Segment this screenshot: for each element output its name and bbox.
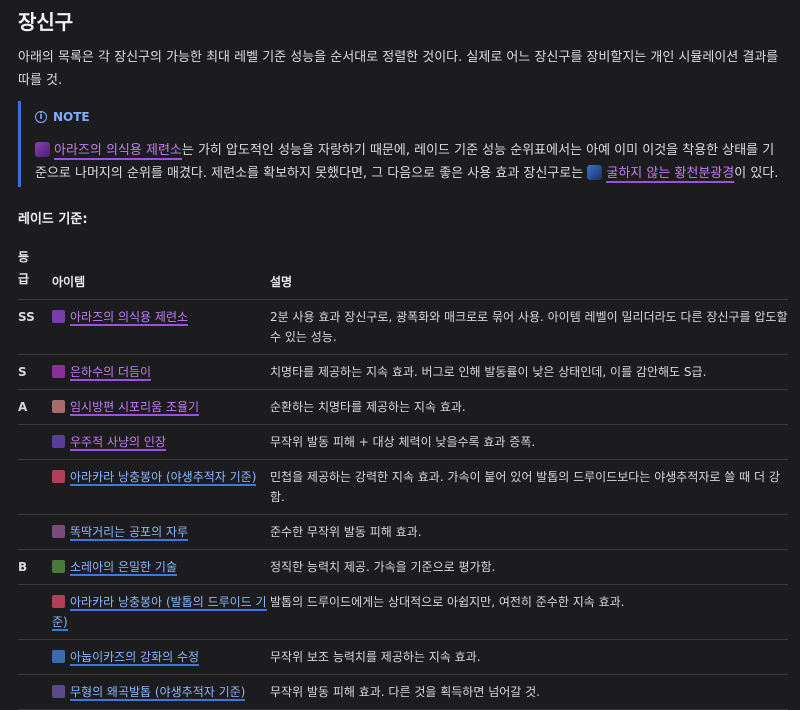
table-row: 아눕이카즈의 강화의 수정 무작위 보조 능력치를 제공하는 지속 효과.	[18, 639, 788, 675]
item-cell: 똑딱거리는 공포의 자루	[52, 514, 270, 550]
note-link-forge[interactable]: 아라즈의 의식용 제련소	[54, 143, 182, 160]
table-row: A 임시방편 시포리움 조율기 순환하는 치명타를 제공하는 지속 효과.	[18, 389, 788, 425]
desc-cell: 무작위 발동 피해 + 대상 체력이 낮을수록 효과 증폭.	[270, 424, 788, 460]
item-link[interactable]: 똑딱거리는 공포의 자루	[70, 525, 189, 541]
trinket-icon	[52, 470, 65, 483]
table-row: 우주적 사냥의 인장 무작위 발동 피해 + 대상 체력이 낮을수록 효과 증폭.	[18, 424, 788, 460]
item-cell: 아라카라 낭충봉아 (발톱의 드루이드 기준)	[52, 584, 270, 640]
trinket-icon	[52, 525, 65, 538]
table-row: S 은하수의 더듬이 치명타를 제공하는 지속 효과. 버그로 인해 발동률이 낮은…	[18, 354, 788, 390]
header-desc: 설명	[270, 246, 788, 300]
tier-cell: SS	[18, 299, 52, 355]
item-link[interactable]: 아라카라 낭충봉아 (발톱의 드루이드 기준)	[52, 595, 267, 631]
item-link[interactable]: 우주적 사냥의 인장	[70, 435, 166, 451]
info-icon: i	[35, 111, 47, 123]
desc-cell: 치명타를 제공하는 지속 효과. 버그로 인해 발동률이 낮은 상태인데, 이를…	[270, 354, 788, 390]
forge-item-icon	[35, 142, 50, 157]
trinket-icon	[52, 560, 65, 573]
tier-cell	[18, 639, 52, 675]
trinket-icon	[52, 650, 65, 663]
table-row: B 소레아의 은밀한 기술 정직한 능력치 제공. 가속을 기준으로 평가함.	[18, 549, 788, 585]
trinket-tier-table: 등 급 아이템 설명 SS 아라즈의 의식용 제련소 2분 사용 효과 장신구로, …	[18, 246, 788, 710]
note-header: i NOTE	[35, 110, 90, 124]
desc-cell: 순환하는 치명타를 제공하는 지속 효과.	[270, 389, 788, 425]
item-cell: 아라즈의 의식용 제련소	[52, 299, 270, 355]
item-cell: 우주적 사냥의 인장	[52, 424, 270, 460]
desc-cell: 2분 사용 효과 장신구로, 광폭화와 매크로로 묶어 사용. 아이템 레벨이 …	[270, 299, 788, 355]
tier-cell	[18, 459, 52, 515]
page-title: 장신구	[18, 10, 74, 34]
trinket-icon	[52, 365, 65, 378]
table-row: 아라카라 낭충봉아 (발톱의 드루이드 기준) 발톱의 드루이드에게는 상대적으로…	[18, 584, 788, 640]
item-link[interactable]: 아라카라 낭충봉아 (야생추적자 기준)	[70, 470, 257, 486]
trinket-icon	[52, 595, 65, 608]
desc-cell: 발톱의 드루이드에게는 상대적으로 아쉽지만, 여전히 준수한 지속 효과.	[270, 584, 788, 640]
item-cell: 아라카라 낭충봉아 (야생추적자 기준)	[52, 459, 270, 515]
spyglass-item-icon	[587, 165, 603, 180]
item-link[interactable]: 아라즈의 의식용 제련소	[70, 310, 189, 326]
item-cell: 임시방편 시포리움 조율기	[52, 389, 270, 425]
item-link[interactable]: 소레아의 은밀한 기술	[70, 560, 177, 576]
desc-cell: 정직한 능력치 제공. 가속을 기준으로 평가함.	[270, 549, 788, 585]
tier-cell	[18, 674, 52, 710]
page: 장신구 아래의 목록은 각 장신구의 가능한 최대 레벨 기준 성능을 순서대로…	[0, 0, 800, 710]
note-body: 아라즈의 의식용 제련소는 가히 압도적인 성능을 자랑하기 때문에, 레이드 …	[35, 139, 781, 185]
item-link[interactable]: 은하수의 더듬이	[70, 365, 152, 381]
table-header-row: 등 급 아이템 설명	[18, 246, 788, 300]
note-text-2: 이 있다.	[734, 166, 779, 181]
tier-cell: B	[18, 549, 52, 585]
item-link[interactable]: 무형의 왜곡발톱 (야생추적자 기준)	[70, 685, 246, 701]
item-cell: 무형의 왜곡발톱 (야생추적자 기준)	[52, 674, 270, 710]
desc-cell: 민첩을 제공하는 강력한 지속 효과. 가속이 붙어 있어 발톱의 드루이드보다…	[270, 459, 788, 515]
note-label: NOTE	[53, 110, 90, 124]
tier-cell	[18, 424, 52, 460]
tier-cell: A	[18, 389, 52, 425]
intro-paragraph: 아래의 목록은 각 장신구의 가능한 최대 레벨 기준 성능을 순서대로 정렬한…	[18, 50, 779, 88]
item-link[interactable]: 아눕이카즈의 강화의 수정	[70, 650, 200, 666]
note-link-spyglass[interactable]: 굴하지 않는 황천분광경	[606, 166, 735, 183]
desc-cell: 준수한 무작위 발동 피해 효과.	[270, 514, 788, 550]
table-row: SS 아라즈의 의식용 제련소 2분 사용 효과 장신구로, 광폭화와 매크로로 묶…	[18, 299, 788, 355]
trinket-icon	[52, 685, 65, 698]
header-tier: 등 급	[18, 246, 52, 300]
table-row: 아라카라 낭충봉아 (야생추적자 기준) 민첩을 제공하는 강력한 지속 효과. …	[18, 459, 788, 515]
item-cell: 은하수의 더듬이	[52, 354, 270, 390]
table-row: 똑딱거리는 공포의 자루 준수한 무작위 발동 피해 효과.	[18, 514, 788, 550]
tier-cell: S	[18, 354, 52, 390]
trinket-icon	[52, 400, 65, 413]
tier-cell	[18, 514, 52, 550]
item-link[interactable]: 임시방편 시포리움 조율기	[70, 400, 200, 416]
header-item: 아이템	[52, 246, 270, 300]
desc-cell: 무작위 보조 능력치를 제공하는 지속 효과.	[270, 639, 788, 675]
tier-cell	[18, 584, 52, 640]
trinket-icon	[52, 310, 65, 323]
section-title: 레이드 기준:	[18, 212, 88, 227]
desc-cell: 무작위 발동 피해 효과. 다른 것을 획득하면 넘어갈 것.	[270, 674, 788, 710]
item-cell: 소레아의 은밀한 기술	[52, 549, 270, 585]
note-callout: i NOTE 아라즈의 의식용 제련소는 가히 압도적인 성능을 자랑하기 때문…	[18, 101, 791, 187]
table-row: 무형의 왜곡발톱 (야생추적자 기준) 무작위 발동 피해 효과. 다른 것을 획…	[18, 674, 788, 710]
trinket-icon	[52, 435, 65, 448]
item-cell: 아눕이카즈의 강화의 수정	[52, 639, 270, 675]
